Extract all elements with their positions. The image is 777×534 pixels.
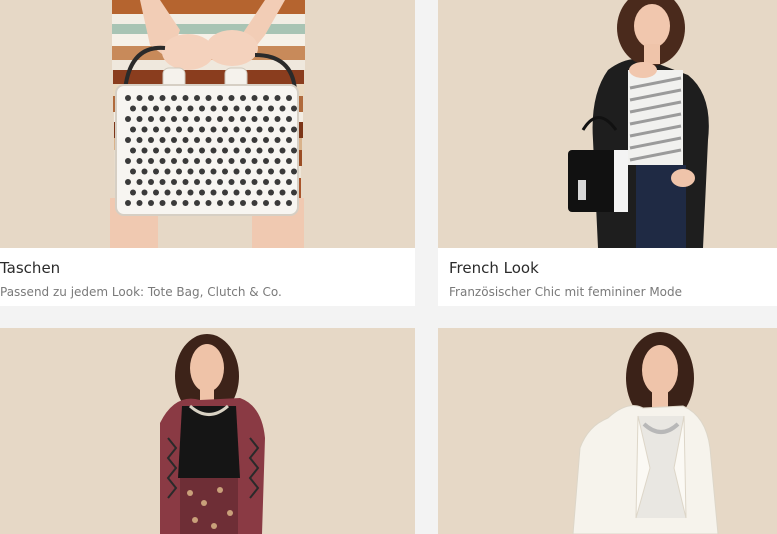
category-card-french-look[interactable]: French Look Französischer Chic mit femin…: [438, 0, 777, 306]
category-card-taschen[interactable]: Taschen Passend zu jedem Look: Tote Bag,…: [0, 0, 415, 306]
category-card-boho-look[interactable]: [0, 328, 415, 534]
category-image-taschen[interactable]: [0, 0, 415, 248]
category-subtitle: Passend zu jedem Look: Tote Bag, Clutch …: [0, 285, 282, 299]
category-image-boho-look[interactable]: [0, 328, 415, 534]
category-image-white-look[interactable]: [438, 328, 777, 534]
category-subtitle: Französischer Chic mit femininer Mode: [449, 285, 683, 299]
category-image-french-look[interactable]: [438, 0, 777, 248]
category-card-white-look[interactable]: [438, 328, 777, 534]
category-title[interactable]: French Look: [449, 259, 539, 277]
category-title[interactable]: Taschen: [0, 259, 60, 277]
